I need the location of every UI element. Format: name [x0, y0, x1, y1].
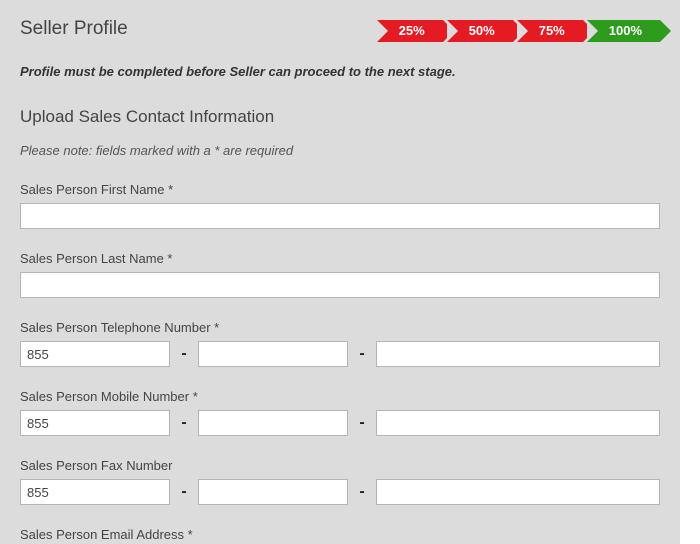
- field-email: Sales Person Email Address *: [20, 527, 660, 544]
- field-first-name: Sales Person First Name *: [20, 182, 660, 229]
- label-last-name: Sales Person Last Name *: [20, 251, 660, 266]
- progress-bar: 25% 50% 75% 100%: [377, 18, 660, 42]
- field-fax: Sales Person Fax Number - -: [20, 458, 660, 505]
- header-row: Seller Profile 25% 50% 75% 100%: [20, 18, 660, 42]
- input-mobile-area[interactable]: [198, 410, 348, 436]
- field-mobile: Sales Person Mobile Number * - -: [20, 389, 660, 436]
- input-telephone-cc[interactable]: [20, 341, 170, 367]
- dash-icon: -: [180, 414, 188, 432]
- dash-icon: -: [358, 483, 366, 501]
- input-fax-num[interactable]: [376, 479, 660, 505]
- input-mobile-cc[interactable]: [20, 410, 170, 436]
- fax-row: - -: [20, 479, 660, 505]
- dash-icon: -: [358, 345, 366, 363]
- input-fax-cc[interactable]: [20, 479, 170, 505]
- label-telephone: Sales Person Telephone Number *: [20, 320, 660, 335]
- progress-step-75: 75%: [517, 20, 583, 42]
- page-container[interactable]: Seller Profile 25% 50% 75% 100% Profile …: [0, 0, 680, 544]
- label-first-name: Sales Person First Name *: [20, 182, 660, 197]
- field-last-name: Sales Person Last Name *: [20, 251, 660, 298]
- dash-icon: -: [358, 414, 366, 432]
- input-first-name[interactable]: [20, 203, 660, 229]
- field-telephone: Sales Person Telephone Number * - -: [20, 320, 660, 367]
- input-last-name[interactable]: [20, 272, 660, 298]
- mobile-row: - -: [20, 410, 660, 436]
- input-fax-area[interactable]: [198, 479, 348, 505]
- page-title: Seller Profile: [20, 18, 128, 40]
- input-telephone-area[interactable]: [198, 341, 348, 367]
- input-mobile-num[interactable]: [376, 410, 660, 436]
- input-telephone-num[interactable]: [376, 341, 660, 367]
- label-fax: Sales Person Fax Number: [20, 458, 660, 473]
- dash-icon: -: [180, 345, 188, 363]
- completion-notice: Profile must be completed before Seller …: [20, 64, 660, 79]
- section-title: Upload Sales Contact Information: [20, 107, 660, 127]
- required-hint: Please note: fields marked with a * are …: [20, 143, 660, 158]
- progress-step-25: 25%: [377, 20, 443, 42]
- progress-step-100: 100%: [587, 20, 660, 42]
- label-email: Sales Person Email Address *: [20, 527, 660, 542]
- label-mobile: Sales Person Mobile Number *: [20, 389, 660, 404]
- progress-step-50: 50%: [447, 20, 513, 42]
- telephone-row: - -: [20, 341, 660, 367]
- dash-icon: -: [180, 483, 188, 501]
